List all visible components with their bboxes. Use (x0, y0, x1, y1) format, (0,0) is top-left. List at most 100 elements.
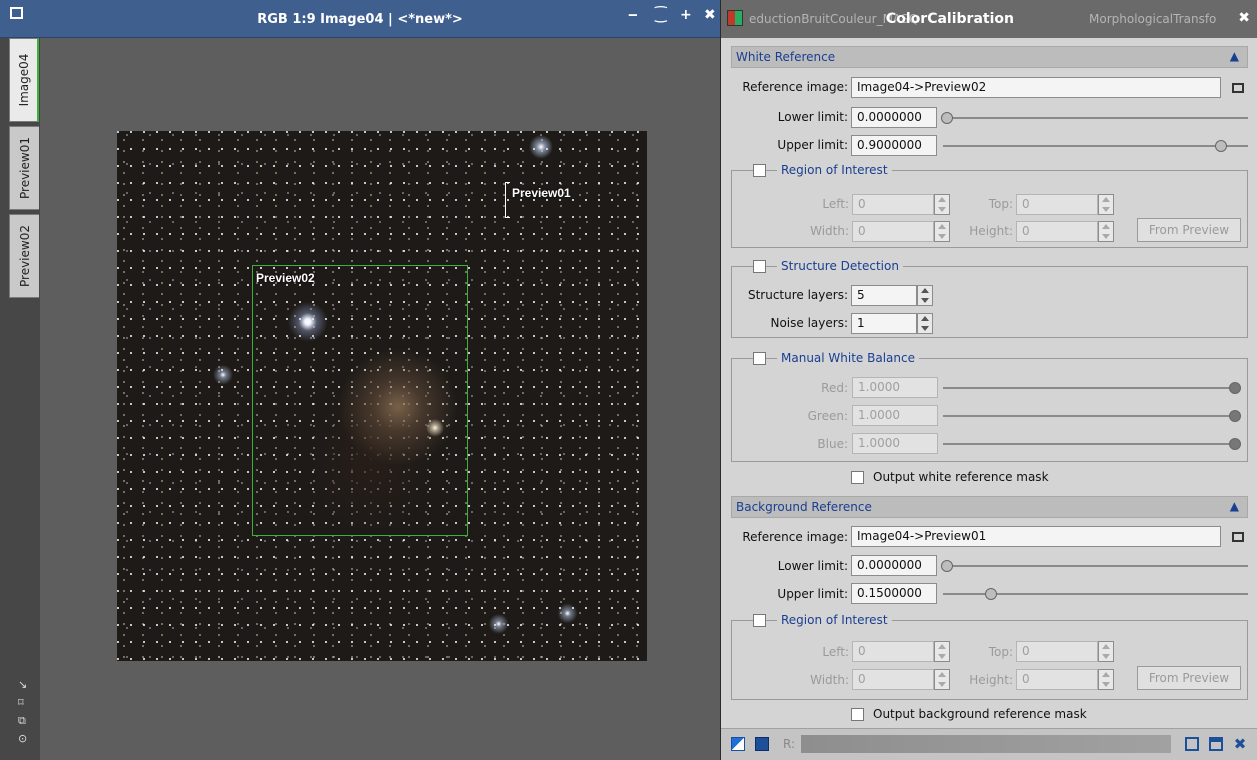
noise-layers-spinner[interactable] (917, 313, 933, 334)
close-icon[interactable]: ✖ (1238, 10, 1250, 26)
target-icon[interactable]: ⊙ (18, 732, 27, 745)
blue-slider[interactable] (943, 443, 1238, 445)
wr-roi-top-spinner[interactable] (1098, 194, 1114, 215)
br-roi-checkbox[interactable] (753, 614, 766, 627)
green-slider[interactable] (943, 415, 1238, 417)
panel-titlebar[interactable]: eductionBruitCouleur_MASQ MorphologicalT… (721, 0, 1257, 38)
br-roi-title: Region of Interest (777, 613, 892, 627)
red-knob[interactable] (1229, 382, 1241, 394)
red-slider[interactable] (943, 387, 1238, 389)
wr-select-view-icon[interactable] (1232, 83, 1244, 93)
red-field[interactable]: 1.0000 (852, 377, 938, 398)
br-select-view-icon[interactable] (1232, 532, 1244, 542)
br-roi-height-field[interactable]: 0 (1016, 669, 1098, 690)
wr-lower-limit-field[interactable]: 0.0000000 (851, 107, 937, 128)
br-roi-width-field[interactable]: 0 (852, 669, 934, 690)
close-icon[interactable]: ✖ (704, 8, 716, 22)
structure-detection-title: Structure Detection (777, 259, 903, 273)
br-roi-left-label: Left: (822, 645, 849, 659)
real-time-preview-icon[interactable] (1185, 737, 1199, 751)
fit-icon[interactable]: ⌑ (18, 696, 24, 709)
preview02-box[interactable] (252, 265, 468, 536)
wr-upper-limit-field[interactable]: 0.9000000 (851, 135, 937, 156)
br-lower-limit-label: Lower limit: (777, 559, 848, 573)
section-title: White Reference (736, 50, 836, 64)
structure-detection-checkbox[interactable] (753, 260, 766, 273)
minimize-icon[interactable]: ‒ (628, 8, 638, 22)
tab-preview02[interactable]: Preview02 (9, 214, 39, 298)
wr-upper-limit-knob[interactable] (1215, 140, 1227, 152)
wr-lower-limit-knob[interactable] (941, 112, 953, 124)
wr-reference-image-label: Reference image: (742, 80, 848, 94)
wr-roi-height-spinner[interactable] (1098, 221, 1114, 242)
zoom-icon[interactable]: ↘ (18, 678, 27, 691)
wr-lower-limit-slider[interactable] (943, 117, 1248, 119)
red-label: Red: (821, 381, 848, 395)
preview01-marker[interactable] (505, 182, 510, 218)
section-title: Background Reference (736, 500, 872, 514)
browse-documentation-icon[interactable] (1209, 737, 1223, 751)
view-tab-strip: Image04 Preview01 Preview02 ↘ ⌑ ⧉ ⊙ (0, 38, 40, 760)
manual-white-balance-checkbox[interactable] (753, 352, 766, 365)
br-upper-limit-field[interactable]: 0.1500000 (851, 583, 937, 604)
br-from-preview-button[interactable]: From Preview (1137, 666, 1241, 690)
tab-preview01[interactable]: Preview01 (9, 126, 39, 210)
background-reference-section-bar[interactable]: Background Reference ▲ (731, 496, 1248, 518)
structure-layers-spinner[interactable] (917, 285, 933, 306)
wr-roi-checkbox[interactable] (753, 164, 766, 177)
new-instance-icon[interactable] (731, 737, 745, 751)
wr-roi-top-field[interactable]: 0 (1016, 194, 1098, 215)
br-lower-limit-field[interactable]: 0.0000000 (851, 555, 937, 576)
br-reference-image-field[interactable]: Image04->Preview01 (851, 526, 1221, 547)
collapse-icon[interactable]: ▲ (1230, 499, 1239, 513)
wr-upper-limit-slider[interactable] (943, 145, 1248, 147)
output-white-mask-checkbox[interactable] (851, 471, 864, 484)
reset-icon[interactable]: ✖ (1233, 737, 1247, 752)
wr-roi-width-field[interactable]: 0 (852, 221, 934, 242)
clone-icon[interactable]: ⧉ (18, 714, 26, 728)
image-window-title: RGB 1:9 Image04 | <*new*> (257, 12, 463, 27)
green-field[interactable]: 1.0000 (852, 405, 938, 426)
br-roi-height-label: Height: (969, 673, 1013, 687)
wr-from-preview-button[interactable]: From Preview (1137, 218, 1241, 242)
preview02-label: Preview02 (256, 271, 315, 285)
blue-label: Blue: (817, 437, 848, 451)
br-lower-limit-slider[interactable] (943, 565, 1248, 567)
output-white-mask-label: Output white reference mask (873, 470, 1049, 484)
white-reference-section-bar[interactable]: White Reference ▲ (731, 46, 1248, 68)
br-upper-limit-knob[interactable] (985, 588, 997, 600)
structure-layers-label: Structure layers: (747, 288, 848, 302)
br-roi-top-label: Top: (988, 645, 1013, 659)
blue-field[interactable]: 1.0000 (852, 433, 938, 454)
wr-roi-width-spinner[interactable] (934, 221, 950, 242)
br-roi-height-spinner[interactable] (1098, 669, 1114, 690)
collapse-icon[interactable]: ▲ (1230, 49, 1239, 63)
noise-layers-field[interactable]: 1 (851, 313, 917, 334)
br-roi-left-field[interactable]: 0 (852, 641, 934, 662)
br-roi-top-field[interactable]: 0 (1016, 641, 1098, 662)
br-roi-left-spinner[interactable] (934, 641, 950, 662)
br-lower-limit-knob[interactable] (941, 560, 953, 572)
br-reference-image-label: Reference image: (742, 530, 848, 544)
apply-icon[interactable] (755, 737, 769, 751)
tab-label: Preview01 (17, 137, 32, 199)
wr-roi-height-field[interactable]: 0 (1016, 221, 1098, 242)
process-icon (727, 10, 743, 26)
green-label: Green: (807, 409, 848, 423)
br-roi-width-spinner[interactable] (934, 669, 950, 690)
image-window-titlebar[interactable]: RGB 1:9 Image04 | <*new*> ‒ ⁐ + ✖ (0, 0, 720, 38)
br-roi-top-spinner[interactable] (1098, 641, 1114, 662)
structure-layers-field[interactable]: 5 (851, 285, 917, 306)
output-background-mask-checkbox[interactable] (851, 708, 864, 721)
wr-roi-height-label: Height: (969, 224, 1013, 238)
manual-white-balance-title: Manual White Balance (777, 351, 919, 365)
wr-roi-left-label: Left: (822, 197, 849, 211)
shade-icon[interactable]: ⁐ (655, 8, 667, 22)
blue-knob[interactable] (1229, 438, 1241, 450)
maximize-icon[interactable]: + (680, 8, 692, 22)
wr-roi-left-field[interactable]: 0 (852, 194, 934, 215)
tab-image04[interactable]: Image04 (9, 38, 39, 122)
wr-reference-image-field[interactable]: Image04->Preview02 (851, 77, 1221, 98)
wr-roi-left-spinner[interactable] (934, 194, 950, 215)
green-knob[interactable] (1229, 410, 1241, 422)
